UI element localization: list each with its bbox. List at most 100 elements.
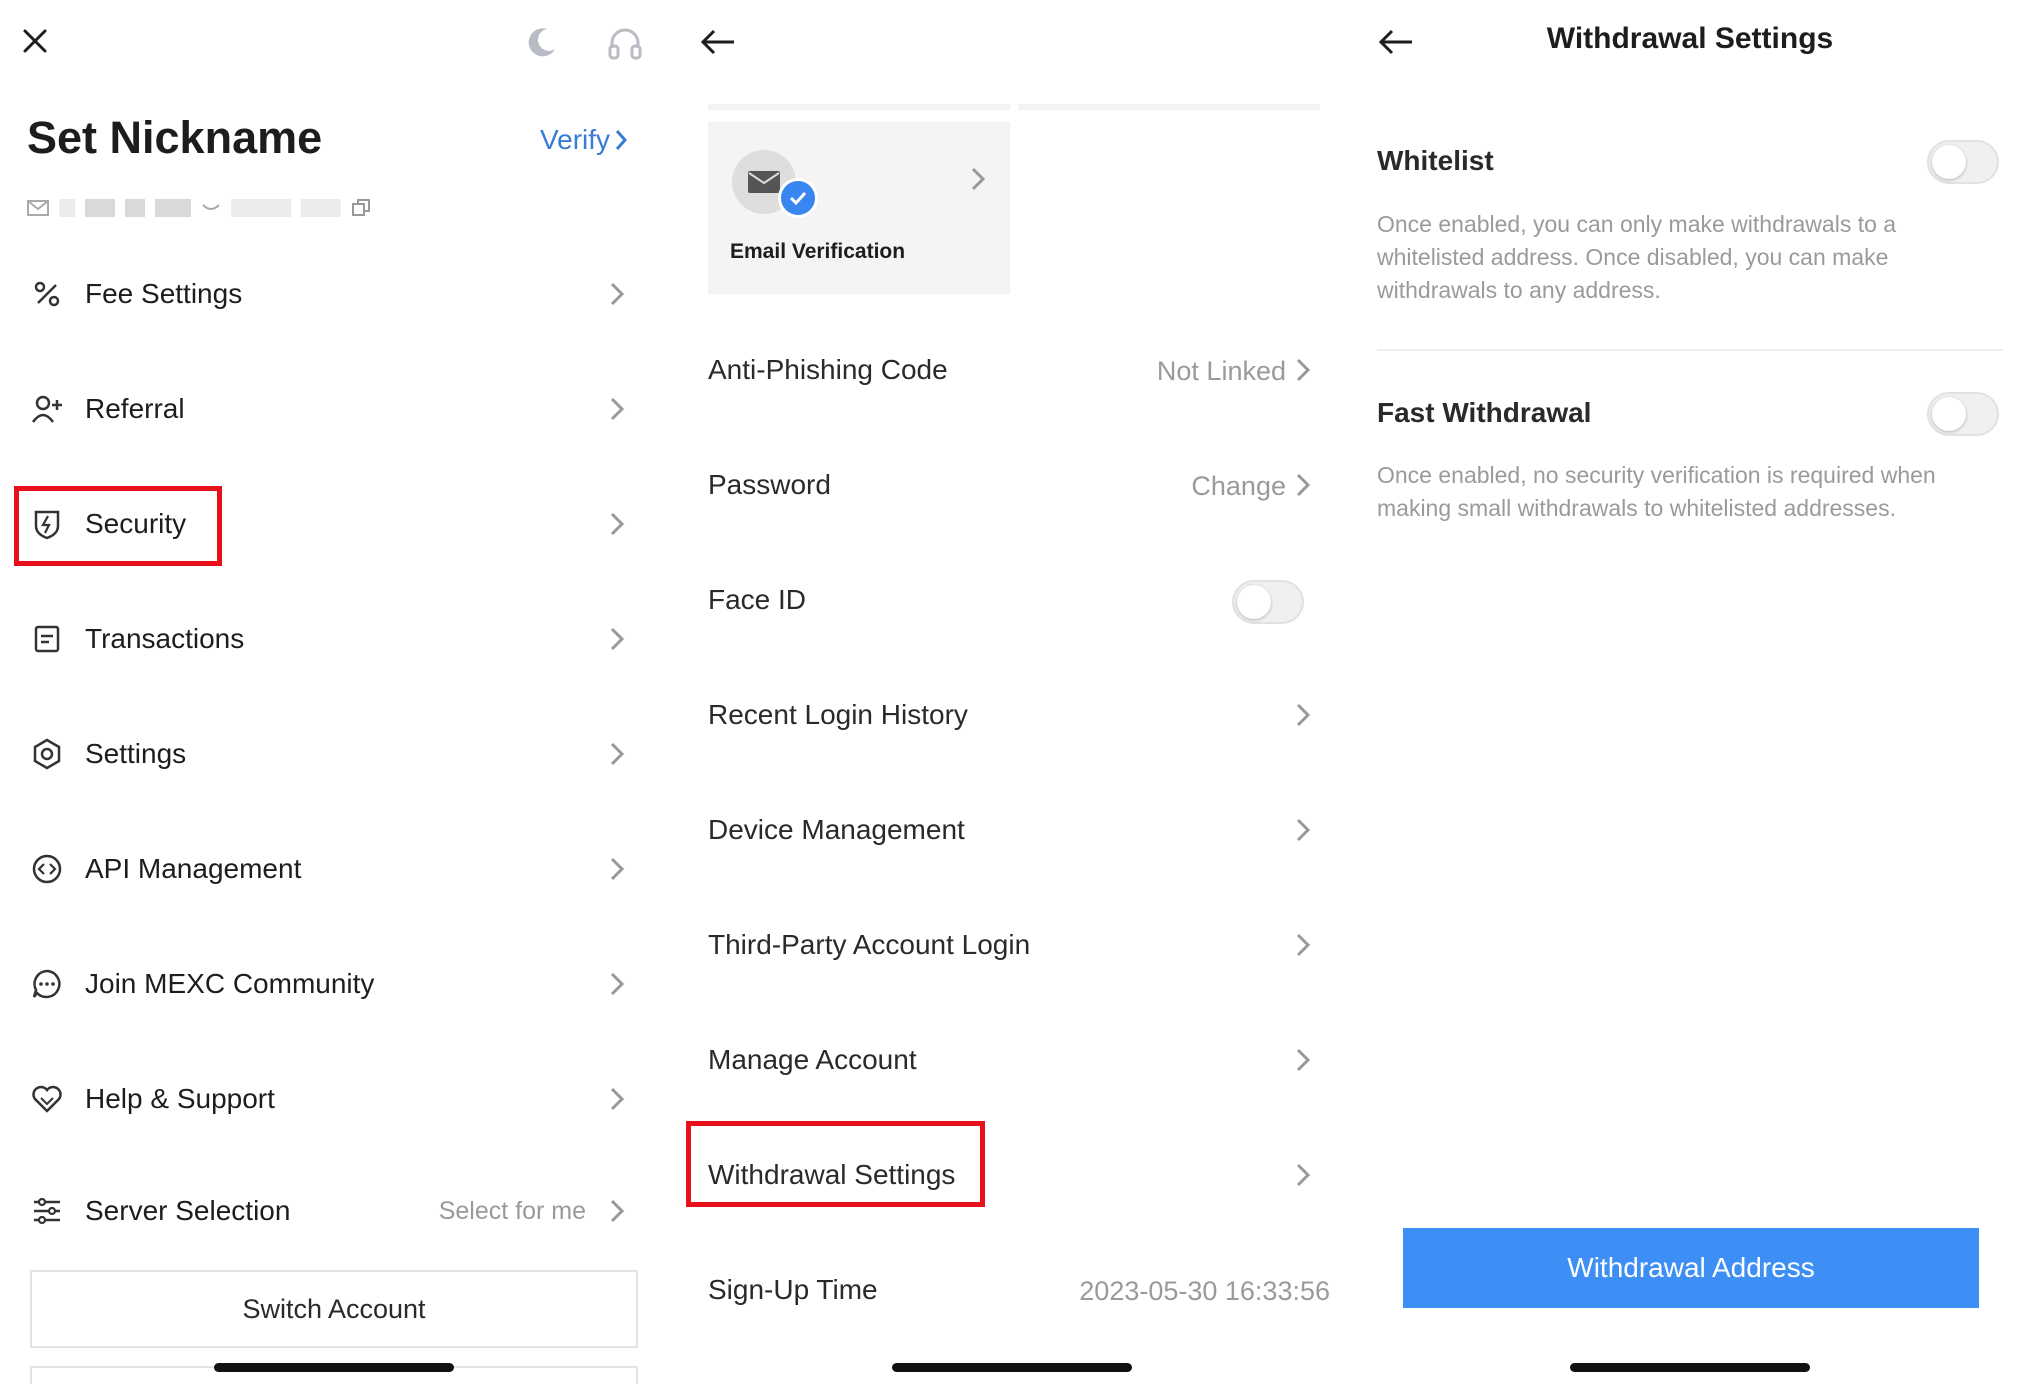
row-face-id: Face ID [678,548,1356,658]
email-verification-label: Email Verification [730,240,906,263]
row-label: Recent Login History [708,699,968,730]
chevron-right-icon [608,622,630,656]
menu-item-help-support[interactable]: Help & Support [0,1044,678,1154]
fast-withdrawal-title: Fast Withdrawal [1377,397,1592,428]
chevron-right-icon [608,967,630,1001]
menu-item-label: API Management [85,853,302,884]
chevron-right-icon [1295,471,1311,504]
row-label: Device Management [708,814,965,845]
add-user-icon [30,392,64,426]
row-label: Sign-Up Time [708,1274,878,1305]
row-label: Withdrawal Settings [708,1159,956,1190]
email-verification-card[interactable]: Email Verification [708,122,1010,294]
row-manage-account[interactable]: Manage Account [678,1008,1356,1118]
chevron-right-icon [615,130,628,150]
menu-item-label: Transactions [85,623,245,654]
menu-item-referral[interactable]: Referral [0,354,678,464]
account-menu-panel: Set Nickname Verify Fee Settings Referra… [0,0,678,1384]
page-title: Withdrawal Settings [1546,22,1834,55]
row-recent-login-history[interactable]: Recent Login History [678,663,1356,773]
chevron-right-icon [1295,1161,1311,1194]
eye-closed-icon [202,204,220,210]
chevron-right-icon [608,737,630,771]
home-indicator [1570,1363,1810,1372]
verify-link[interactable]: Verify [540,124,628,156]
chevron-right-icon [608,852,630,886]
menu-item-label: Referral [85,393,185,424]
chevron-right-icon [1295,816,1311,849]
menu-item-label: Server Selection [85,1195,291,1226]
menu-item-label: Help & Support [85,1083,275,1114]
row-sign-up-time: Sign-Up Time 2023-05-30 16:33:56 [678,1238,1356,1348]
row-label: Third-Party Account Login [708,929,1031,960]
row-label: Anti-Phishing Code [708,354,948,385]
chevron-right-icon [970,166,986,197]
menu-item-settings[interactable]: Settings [0,699,678,809]
moon-icon[interactable] [522,22,562,62]
withdrawal-address-button[interactable]: Withdrawal Address [1403,1228,1979,1308]
divider [1377,349,2003,351]
menu-item-label: Security [85,508,187,539]
chevron-right-icon [1295,356,1311,389]
chevron-right-icon [1295,931,1311,964]
menu-item-community[interactable]: Join MEXC Community [0,929,678,1039]
back-arrow-icon[interactable] [698,22,738,62]
heart-icon [30,1082,64,1116]
verify-label: Verify [540,124,611,155]
row-withdrawal-settings[interactable]: Withdrawal Settings [678,1123,1356,1233]
chevron-right-icon [608,392,630,426]
menu-item-server-selection[interactable]: Server Selection Select for me [0,1156,678,1266]
percent-icon [30,277,64,311]
server-selection-value: Select for me [438,1196,586,1225]
home-indicator [892,1363,1132,1372]
row-label: Manage Account [708,1044,917,1075]
sliders-icon [30,1194,64,1228]
fast-withdrawal-description: Once enabled, no security verification i… [1377,462,1936,521]
chevron-right-icon [608,507,630,541]
whitelist-description: Once enabled, you can only make withdraw… [1377,211,1897,303]
chat-icon [30,967,64,1001]
whitelist-toggle[interactable] [1927,140,1999,184]
headset-icon[interactable] [604,22,646,64]
row-label: Face ID [708,584,807,615]
face-id-toggle[interactable] [1232,580,1304,624]
row-anti-phishing-code[interactable]: Anti-Phishing Code Not Linked [678,318,1356,428]
row-value: Not Linked [1156,356,1286,386]
chevron-right-icon [1295,701,1311,734]
gear-icon [30,737,64,771]
menu-item-security[interactable]: Security [0,469,678,579]
switch-account-button[interactable]: Switch Account [30,1270,638,1348]
menu-item-api-management[interactable]: API Management [0,814,678,924]
row-third-party-login[interactable]: Third-Party Account Login [678,893,1356,1003]
withdrawal-settings-panel: Withdrawal Settings Whitelist Once enabl… [1356,0,2024,1384]
document-icon [30,622,64,656]
row-value: Change [1191,471,1286,501]
row-password[interactable]: Password Change [678,433,1356,543]
api-icon [30,852,64,886]
menu-item-label: Fee Settings [85,278,243,309]
row-device-management[interactable]: Device Management [678,778,1356,888]
menu-item-label: Join MEXC Community [85,968,375,999]
menu-item-label: Settings [85,738,187,769]
security-panel: Email Verification Anti-Phishing Code No… [678,0,1356,1384]
close-icon[interactable] [18,24,52,58]
chevron-right-icon [608,1194,630,1228]
row-value: 2023-05-30 16:33:56 [1079,1276,1330,1306]
menu-item-transactions[interactable]: Transactions [0,584,678,694]
masked-email [27,196,371,220]
tab-underline [1018,104,1320,110]
copy-icon [352,199,370,216]
chevron-right-icon [1295,1046,1311,1079]
fast-withdrawal-toggle[interactable] [1927,392,1999,436]
menu-item-fee-settings[interactable]: Fee Settings [0,239,678,349]
shield-icon [30,507,64,541]
row-label: Password [708,469,831,500]
verified-check-icon [778,178,818,218]
chevron-right-icon [608,277,630,311]
tab-underline [708,104,1010,110]
home-indicator [214,1363,454,1372]
chevron-right-icon [608,1082,630,1116]
whitelist-title: Whitelist [1377,145,1494,176]
mail-icon [27,200,49,216]
page-title[interactable]: Set Nickname [27,112,322,164]
